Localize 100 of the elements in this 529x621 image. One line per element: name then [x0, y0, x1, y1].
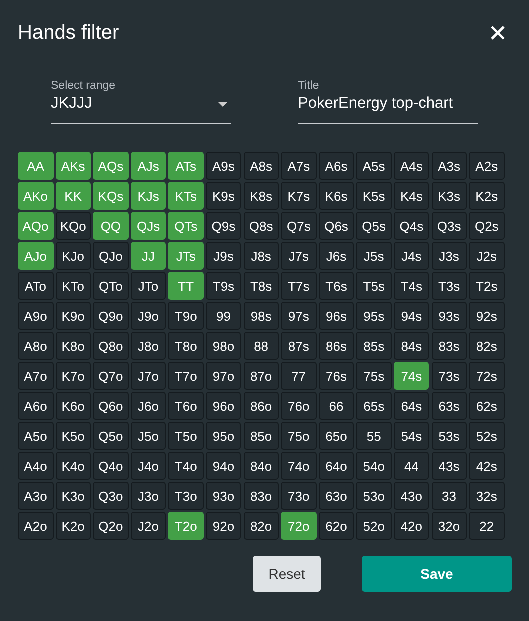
hand-cell[interactable]: 75o [281, 422, 317, 450]
hand-cell[interactable]: KQo [56, 212, 92, 240]
hand-cell[interactable]: T7s [281, 272, 317, 300]
hand-cell[interactable]: 82s [469, 332, 505, 360]
hand-cell[interactable]: 53o [356, 482, 392, 510]
hand-cell[interactable]: 84o [244, 452, 280, 480]
hand-cell[interactable]: Q9o [93, 302, 129, 330]
hand-cell[interactable]: 94o [206, 452, 242, 480]
hand-cell[interactable]: J9s [206, 242, 242, 270]
hand-cell[interactable]: Q7s [281, 212, 317, 240]
hand-cell[interactable]: 54o [356, 452, 392, 480]
hand-cell[interactable]: 65s [356, 392, 392, 420]
hand-cell[interactable]: K7o [56, 362, 92, 390]
hand-cell[interactable]: A6o [18, 392, 54, 420]
hand-cell[interactable]: K5o [56, 422, 92, 450]
hand-cell[interactable]: Q2s [469, 212, 505, 240]
hand-cell[interactable]: Q6o [93, 392, 129, 420]
hand-cell[interactable]: 85s [356, 332, 392, 360]
hand-cell[interactable]: 73s [432, 362, 468, 390]
hand-cell[interactable]: 66 [318, 392, 354, 420]
hand-cell[interactable]: 86o [244, 392, 280, 420]
hand-cell[interactable]: A9s [206, 152, 242, 180]
hand-cell[interactable]: Q4o [93, 452, 129, 480]
hand-cell[interactable]: A3o [18, 482, 54, 510]
hand-cell[interactable]: J9o [130, 302, 166, 330]
hand-cell[interactable]: 42s [469, 452, 505, 480]
hand-cell[interactable]: J3o [130, 482, 166, 510]
hand-cell[interactable]: 53s [432, 422, 468, 450]
hand-cell[interactable]: Q2o [93, 512, 129, 540]
hand-cell[interactable]: K3s [432, 182, 468, 210]
hand-cell[interactable]: Q3s [432, 212, 468, 240]
hand-cell[interactable]: Q6s [318, 212, 354, 240]
reset-button[interactable]: Reset [253, 556, 321, 592]
hand-cell[interactable]: T6s [318, 272, 354, 300]
hand-cell[interactable]: T5s [356, 272, 392, 300]
hand-cell[interactable]: T3s [432, 272, 468, 300]
hand-cell[interactable]: K5s [356, 182, 392, 210]
hand-cell[interactable]: A8s [244, 152, 280, 180]
hand-cell[interactable]: 98s [244, 302, 280, 330]
hand-cell[interactable]: A2s [469, 152, 505, 180]
hand-cell[interactable]: J7o [130, 362, 166, 390]
hand-cell[interactable]: A7s [281, 152, 317, 180]
hand-cell[interactable]: 99 [206, 302, 242, 330]
hand-cell[interactable]: K9o [56, 302, 92, 330]
hand-cell[interactable]: K9s [206, 182, 242, 210]
range-select[interactable]: Select range JKJJJ [51, 80, 231, 124]
hand-cell[interactable]: K2o [56, 512, 92, 540]
hand-cell[interactable]: T9o [168, 302, 204, 330]
hand-cell[interactable]: Q9s [206, 212, 242, 240]
hand-cell[interactable]: 82o [244, 512, 280, 540]
hand-cell[interactable]: Q5s [356, 212, 392, 240]
hand-cell[interactable]: J6s [318, 242, 354, 270]
hand-cell[interactable]: 94s [394, 302, 430, 330]
hand-cell[interactable]: 65o [318, 422, 354, 450]
hand-cell[interactable]: A7o [18, 362, 54, 390]
hand-cell[interactable]: J4s [394, 242, 430, 270]
hand-cell[interactable]: 86s [318, 332, 354, 360]
hand-cell[interactable]: 72s [469, 362, 505, 390]
hand-cell[interactable]: T4o [168, 452, 204, 480]
hand-cell[interactable]: K8s [244, 182, 280, 210]
hand-cell[interactable]: Q4s [394, 212, 430, 240]
hand-cell[interactable]: JTo [130, 272, 166, 300]
hand-cell[interactable]: 64o [318, 452, 354, 480]
hand-cell[interactable]: 76s [318, 362, 354, 390]
hand-cell[interactable]: J8s [244, 242, 280, 270]
hand-cell[interactable]: 84s [394, 332, 430, 360]
hand-cell[interactable]: 43o [394, 482, 430, 510]
hand-cell[interactable]: A5s [356, 152, 392, 180]
hand-cell[interactable]: A8o [18, 332, 54, 360]
hand-cell[interactable]: K6o [56, 392, 92, 420]
hand-cell[interactable]: 98o [206, 332, 242, 360]
hand-cell[interactable]: 74o [281, 452, 317, 480]
hand-cell[interactable]: 95o [206, 422, 242, 450]
hand-cell[interactable]: K2s [469, 182, 505, 210]
save-button[interactable]: Save [362, 556, 512, 592]
hand-cell[interactable]: K4o [56, 452, 92, 480]
hand-cell[interactable]: A2o [18, 512, 54, 540]
hand-cell[interactable]: 76o [281, 392, 317, 420]
hand-cell[interactable]: Q8o [93, 332, 129, 360]
hand-cell[interactable]: K4s [394, 182, 430, 210]
hand-cell[interactable]: 63s [432, 392, 468, 420]
hand-cell[interactable]: J8o [130, 332, 166, 360]
hand-cell[interactable]: J5s [356, 242, 392, 270]
hand-cell[interactable]: 32s [469, 482, 505, 510]
hand-cell[interactable]: J2s [469, 242, 505, 270]
hand-cell[interactable]: A6s [318, 152, 354, 180]
hand-cell[interactable]: K8o [56, 332, 92, 360]
hand-cell[interactable]: A4s [394, 152, 430, 180]
hand-cell[interactable]: 32o [432, 512, 468, 540]
hand-cell[interactable]: 93s [432, 302, 468, 330]
hand-cell[interactable]: 97o [206, 362, 242, 390]
hand-cell[interactable]: T3o [168, 482, 204, 510]
hand-cell[interactable]: K6s [318, 182, 354, 210]
hand-cell[interactable]: 43s [432, 452, 468, 480]
hand-cell[interactable]: T4s [394, 272, 430, 300]
hand-cell[interactable]: 62o [318, 512, 354, 540]
hand-cell[interactable]: 52o [356, 512, 392, 540]
hand-cell[interactable]: J2o [130, 512, 166, 540]
hand-cell[interactable]: 33 [432, 482, 468, 510]
hand-cell[interactable]: 88 [244, 332, 280, 360]
